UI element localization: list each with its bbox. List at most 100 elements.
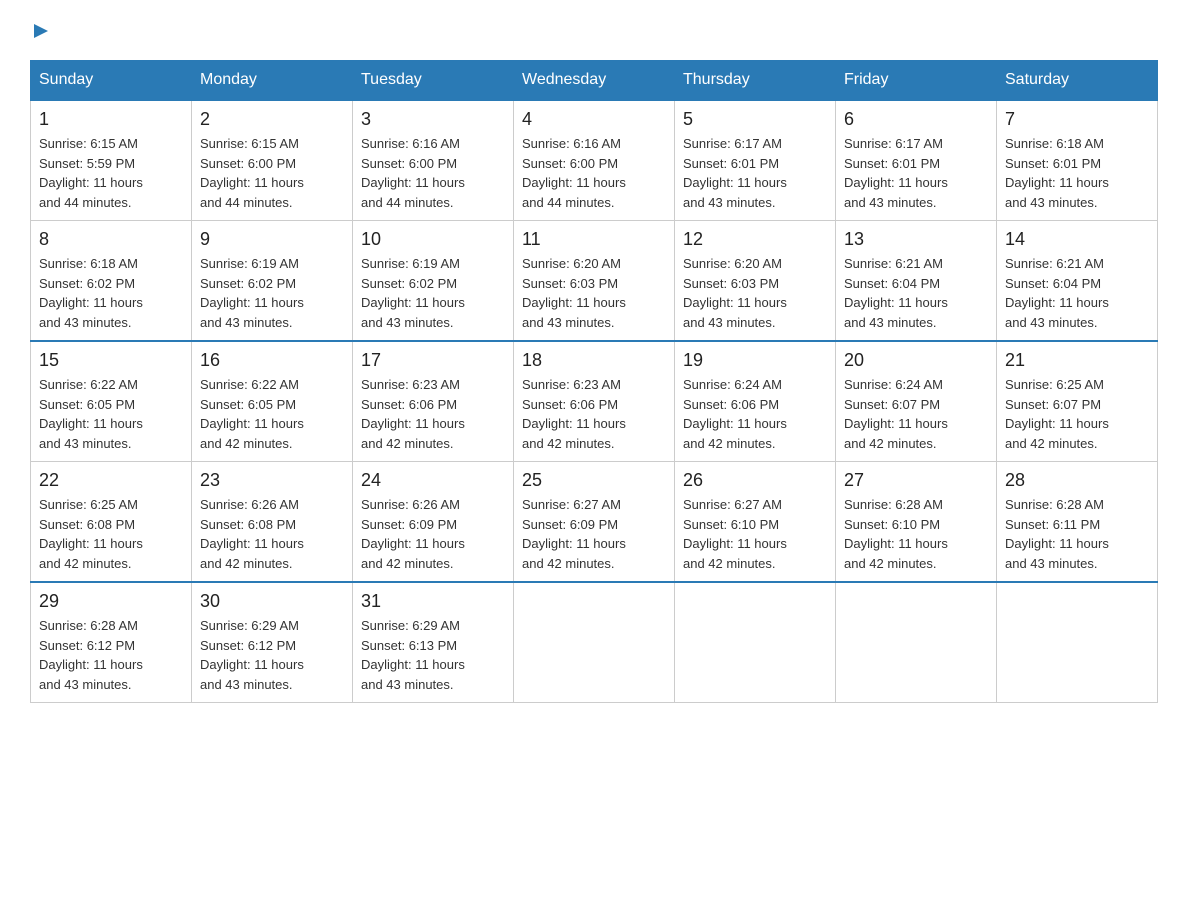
day-info: Sunrise: 6:28 AM Sunset: 6:11 PM Dayligh… bbox=[1005, 495, 1149, 573]
calendar-cell: 9 Sunrise: 6:19 AM Sunset: 6:02 PM Daylig… bbox=[192, 221, 353, 342]
calendar-cell: 28 Sunrise: 6:28 AM Sunset: 6:11 PM Dayli… bbox=[997, 462, 1158, 583]
day-info: Sunrise: 6:28 AM Sunset: 6:10 PM Dayligh… bbox=[844, 495, 988, 573]
day-info: Sunrise: 6:29 AM Sunset: 6:13 PM Dayligh… bbox=[361, 616, 505, 694]
day-info: Sunrise: 6:25 AM Sunset: 6:08 PM Dayligh… bbox=[39, 495, 183, 573]
day-number: 2 bbox=[200, 109, 344, 130]
day-number: 22 bbox=[39, 470, 183, 491]
calendar-cell: 19 Sunrise: 6:24 AM Sunset: 6:06 PM Dayli… bbox=[675, 341, 836, 462]
day-number: 3 bbox=[361, 109, 505, 130]
day-number: 5 bbox=[683, 109, 827, 130]
day-info: Sunrise: 6:23 AM Sunset: 6:06 PM Dayligh… bbox=[361, 375, 505, 453]
calendar-week-row: 29Sunrise: 6:28 AM Sunset: 6:12 PM Dayli… bbox=[31, 582, 1158, 703]
day-number: 25 bbox=[522, 470, 666, 491]
day-number: 7 bbox=[1005, 109, 1149, 130]
day-number: 15 bbox=[39, 350, 183, 371]
day-info: Sunrise: 6:18 AM Sunset: 6:01 PM Dayligh… bbox=[1005, 134, 1149, 212]
day-number: 17 bbox=[361, 350, 505, 371]
calendar-cell: 30 Sunrise: 6:29 AM Sunset: 6:12 PM Dayli… bbox=[192, 582, 353, 703]
calendar-cell: 31Sunrise: 6:29 AM Sunset: 6:13 PM Dayli… bbox=[353, 582, 514, 703]
day-number: 30 bbox=[200, 591, 344, 612]
calendar-cell: 1Sunrise: 6:15 AM Sunset: 5:59 PM Daylig… bbox=[31, 100, 192, 221]
column-header-thursday: Thursday bbox=[675, 61, 836, 101]
day-number: 28 bbox=[1005, 470, 1149, 491]
calendar-cell bbox=[836, 582, 997, 703]
calendar-cell: 7 Sunrise: 6:18 AM Sunset: 6:01 PM Daylig… bbox=[997, 100, 1158, 221]
calendar-cell: 25 Sunrise: 6:27 AM Sunset: 6:09 PM Dayli… bbox=[514, 462, 675, 583]
day-info: Sunrise: 6:22 AM Sunset: 6:05 PM Dayligh… bbox=[200, 375, 344, 453]
day-info: Sunrise: 6:20 AM Sunset: 6:03 PM Dayligh… bbox=[522, 254, 666, 332]
calendar-body: 1Sunrise: 6:15 AM Sunset: 5:59 PM Daylig… bbox=[31, 100, 1158, 703]
day-number: 10 bbox=[361, 229, 505, 250]
column-header-sunday: Sunday bbox=[31, 61, 192, 101]
calendar-cell: 29Sunrise: 6:28 AM Sunset: 6:12 PM Dayli… bbox=[31, 582, 192, 703]
calendar-cell bbox=[675, 582, 836, 703]
calendar-header: SundayMondayTuesdayWednesdayThursdayFrid… bbox=[31, 61, 1158, 101]
logo-triangle-icon bbox=[32, 22, 50, 40]
day-number: 4 bbox=[522, 109, 666, 130]
day-number: 19 bbox=[683, 350, 827, 371]
calendar-cell: 12 Sunrise: 6:20 AM Sunset: 6:03 PM Dayli… bbox=[675, 221, 836, 342]
day-info: Sunrise: 6:25 AM Sunset: 6:07 PM Dayligh… bbox=[1005, 375, 1149, 453]
calendar-cell: 11 Sunrise: 6:20 AM Sunset: 6:03 PM Dayli… bbox=[514, 221, 675, 342]
day-number: 9 bbox=[200, 229, 344, 250]
day-info: Sunrise: 6:27 AM Sunset: 6:10 PM Dayligh… bbox=[683, 495, 827, 573]
column-header-saturday: Saturday bbox=[997, 61, 1158, 101]
page-header bbox=[30, 20, 1158, 40]
calendar-week-row: 22 Sunrise: 6:25 AM Sunset: 6:08 PM Dayli… bbox=[31, 462, 1158, 583]
column-header-tuesday: Tuesday bbox=[353, 61, 514, 101]
calendar-cell: 15 Sunrise: 6:22 AM Sunset: 6:05 PM Dayli… bbox=[31, 341, 192, 462]
day-info: Sunrise: 6:21 AM Sunset: 6:04 PM Dayligh… bbox=[1005, 254, 1149, 332]
day-info: Sunrise: 6:21 AM Sunset: 6:04 PM Dayligh… bbox=[844, 254, 988, 332]
calendar-cell: 27 Sunrise: 6:28 AM Sunset: 6:10 PM Dayli… bbox=[836, 462, 997, 583]
day-info: Sunrise: 6:24 AM Sunset: 6:07 PM Dayligh… bbox=[844, 375, 988, 453]
day-number: 1 bbox=[39, 109, 183, 130]
calendar-cell: 2 Sunrise: 6:15 AM Sunset: 6:00 PM Daylig… bbox=[192, 100, 353, 221]
calendar-cell: 23Sunrise: 6:26 AM Sunset: 6:08 PM Dayli… bbox=[192, 462, 353, 583]
day-number: 21 bbox=[1005, 350, 1149, 371]
calendar-table: SundayMondayTuesdayWednesdayThursdayFrid… bbox=[30, 60, 1158, 703]
day-info: Sunrise: 6:24 AM Sunset: 6:06 PM Dayligh… bbox=[683, 375, 827, 453]
day-number: 18 bbox=[522, 350, 666, 371]
day-info: Sunrise: 6:22 AM Sunset: 6:05 PM Dayligh… bbox=[39, 375, 183, 453]
day-number: 23 bbox=[200, 470, 344, 491]
day-info: Sunrise: 6:16 AM Sunset: 6:00 PM Dayligh… bbox=[522, 134, 666, 212]
day-info: Sunrise: 6:29 AM Sunset: 6:12 PM Dayligh… bbox=[200, 616, 344, 694]
logo bbox=[30, 20, 50, 40]
day-number: 12 bbox=[683, 229, 827, 250]
day-number: 14 bbox=[1005, 229, 1149, 250]
calendar-cell: 6Sunrise: 6:17 AM Sunset: 6:01 PM Daylig… bbox=[836, 100, 997, 221]
calendar-week-row: 1Sunrise: 6:15 AM Sunset: 5:59 PM Daylig… bbox=[31, 100, 1158, 221]
day-info: Sunrise: 6:27 AM Sunset: 6:09 PM Dayligh… bbox=[522, 495, 666, 573]
day-number: 8 bbox=[39, 229, 183, 250]
day-number: 27 bbox=[844, 470, 988, 491]
day-info: Sunrise: 6:26 AM Sunset: 6:09 PM Dayligh… bbox=[361, 495, 505, 573]
calendar-cell: 8 Sunrise: 6:18 AM Sunset: 6:02 PM Daylig… bbox=[31, 221, 192, 342]
calendar-cell: 26 Sunrise: 6:27 AM Sunset: 6:10 PM Dayli… bbox=[675, 462, 836, 583]
calendar-cell: 5Sunrise: 6:17 AM Sunset: 6:01 PM Daylig… bbox=[675, 100, 836, 221]
column-header-monday: Monday bbox=[192, 61, 353, 101]
day-number: 24 bbox=[361, 470, 505, 491]
calendar-cell: 16Sunrise: 6:22 AM Sunset: 6:05 PM Dayli… bbox=[192, 341, 353, 462]
day-info: Sunrise: 6:19 AM Sunset: 6:02 PM Dayligh… bbox=[200, 254, 344, 332]
calendar-cell: 21 Sunrise: 6:25 AM Sunset: 6:07 PM Dayli… bbox=[997, 341, 1158, 462]
calendar-cell: 13 Sunrise: 6:21 AM Sunset: 6:04 PM Dayli… bbox=[836, 221, 997, 342]
calendar-week-row: 8 Sunrise: 6:18 AM Sunset: 6:02 PM Daylig… bbox=[31, 221, 1158, 342]
day-info: Sunrise: 6:20 AM Sunset: 6:03 PM Dayligh… bbox=[683, 254, 827, 332]
calendar-cell: 24 Sunrise: 6:26 AM Sunset: 6:09 PM Dayli… bbox=[353, 462, 514, 583]
day-number: 13 bbox=[844, 229, 988, 250]
calendar-cell: 4 Sunrise: 6:16 AM Sunset: 6:00 PM Daylig… bbox=[514, 100, 675, 221]
calendar-cell: 22 Sunrise: 6:25 AM Sunset: 6:08 PM Dayli… bbox=[31, 462, 192, 583]
day-number: 20 bbox=[844, 350, 988, 371]
calendar-week-row: 15 Sunrise: 6:22 AM Sunset: 6:05 PM Dayli… bbox=[31, 341, 1158, 462]
calendar-cell: 10Sunrise: 6:19 AM Sunset: 6:02 PM Dayli… bbox=[353, 221, 514, 342]
day-info: Sunrise: 6:28 AM Sunset: 6:12 PM Dayligh… bbox=[39, 616, 183, 694]
calendar-cell: 17 Sunrise: 6:23 AM Sunset: 6:06 PM Dayli… bbox=[353, 341, 514, 462]
calendar-cell: 20 Sunrise: 6:24 AM Sunset: 6:07 PM Dayli… bbox=[836, 341, 997, 462]
calendar-cell bbox=[514, 582, 675, 703]
day-number: 11 bbox=[522, 229, 666, 250]
day-info: Sunrise: 6:16 AM Sunset: 6:00 PM Dayligh… bbox=[361, 134, 505, 212]
day-info: Sunrise: 6:18 AM Sunset: 6:02 PM Dayligh… bbox=[39, 254, 183, 332]
day-info: Sunrise: 6:15 AM Sunset: 6:00 PM Dayligh… bbox=[200, 134, 344, 212]
day-number: 26 bbox=[683, 470, 827, 491]
column-header-wednesday: Wednesday bbox=[514, 61, 675, 101]
